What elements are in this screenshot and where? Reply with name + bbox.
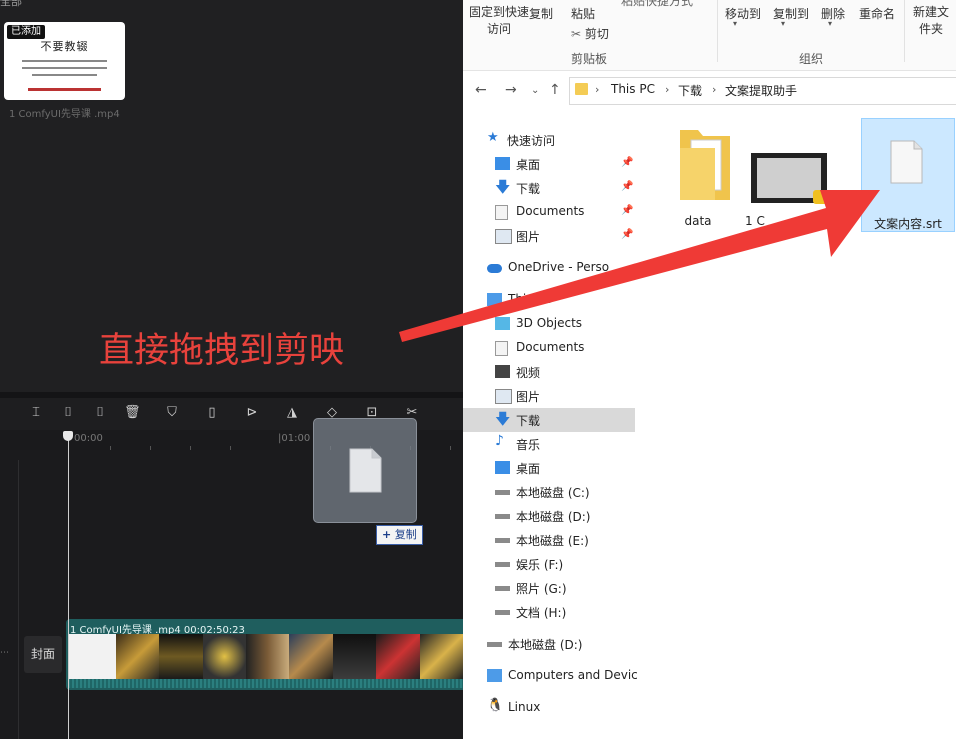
drag-arrow-icon <box>399 190 880 342</box>
